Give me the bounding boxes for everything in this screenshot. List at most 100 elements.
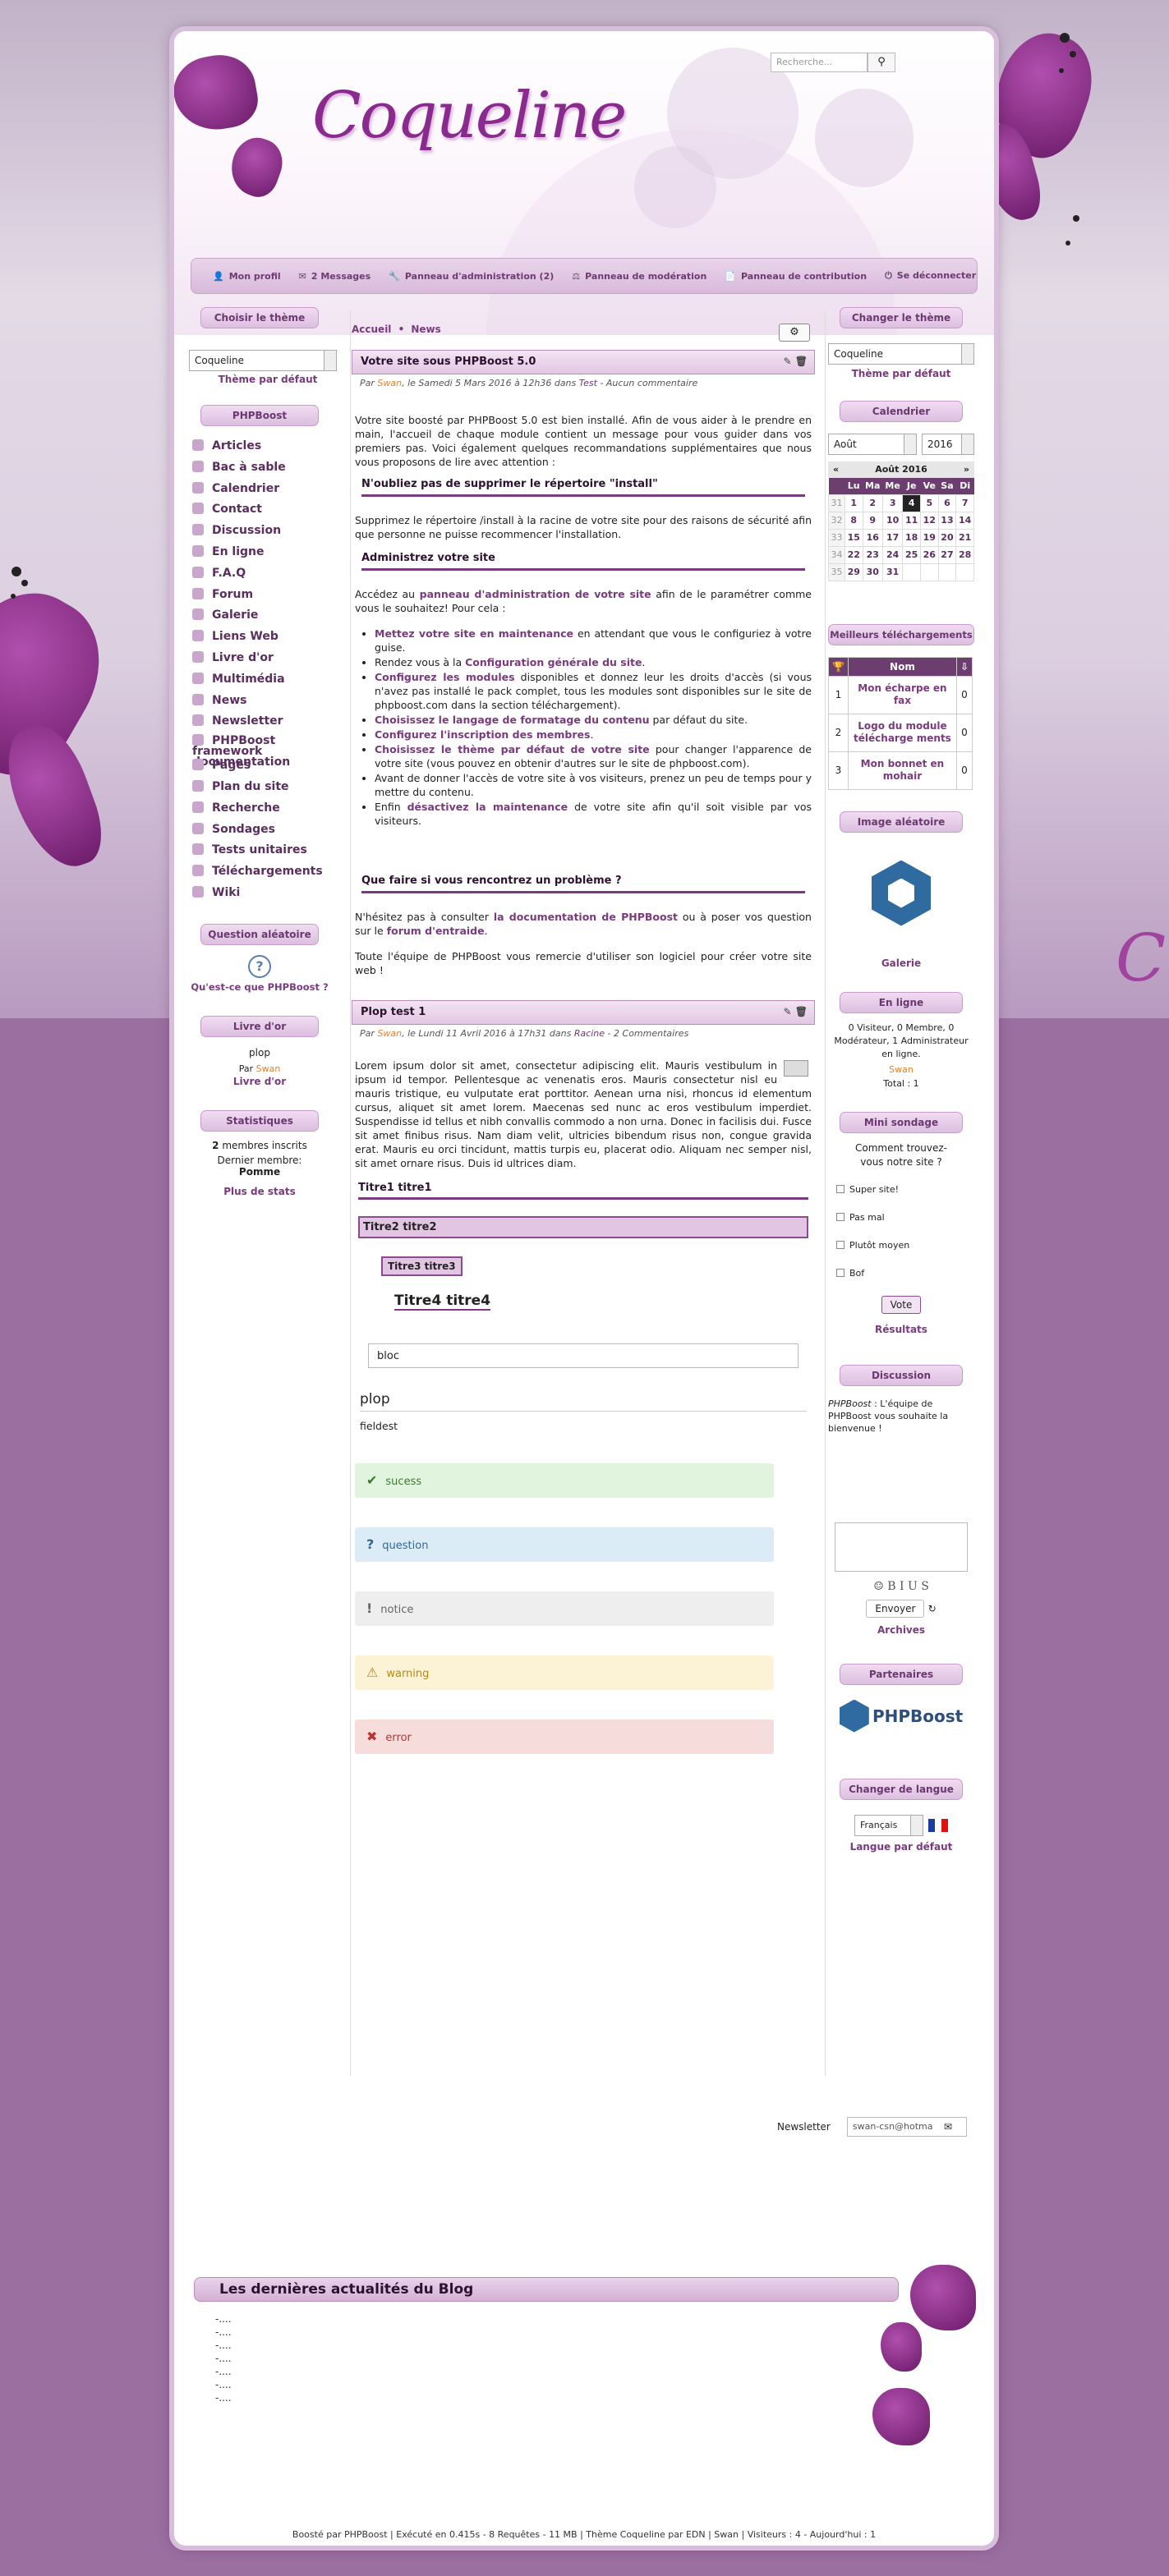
menu-item[interactable]: 👤 Mon profil: [213, 271, 281, 282]
poll-results-link[interactable]: Résultats: [828, 1324, 974, 1335]
list-link[interactable]: Configurez les modules: [375, 671, 515, 683]
calendar-day[interactable]: 17: [881, 528, 904, 547]
online-user[interactable]: Swan: [828, 1064, 974, 1075]
list-link[interactable]: Choisissez le thème par défaut de votre …: [375, 743, 650, 755]
random-image[interactable]: [867, 856, 936, 930]
download-link[interactable]: Mon bonnet en mohair: [847, 751, 957, 790]
blog-item[interactable]: -....: [215, 2339, 232, 2352]
vote-button[interactable]: Vote: [881, 1295, 922, 1314]
calendar-day[interactable]: 16: [862, 528, 883, 547]
guestbook-author[interactable]: Swan: [256, 1063, 281, 1074]
blog-item[interactable]: -....: [215, 2352, 232, 2365]
article-title-text[interactable]: Votre site sous PHPBoost 5.0: [361, 356, 536, 368]
search-icon[interactable]: ⚲: [868, 53, 895, 72]
blog-item[interactable]: -....: [215, 2326, 232, 2339]
delete-icon[interactable]: 🗑: [795, 356, 808, 367]
blog-item[interactable]: -....: [215, 2312, 232, 2326]
article-title-text[interactable]: Plop test 1: [361, 1006, 426, 1018]
calendar-day[interactable]: 6: [937, 494, 957, 512]
sidebar-item[interactable]: PHPBoost framework documentation: [189, 732, 330, 768]
archives-link[interactable]: Archives: [828, 1624, 974, 1636]
sidebar-item[interactable]: Discussion: [189, 521, 330, 542]
calendar-day[interactable]: 29: [844, 562, 863, 581]
calendar-day[interactable]: 7: [955, 494, 974, 512]
last-member-name[interactable]: Pomme: [189, 1166, 330, 1178]
list-link[interactable]: désactivez la maintenance: [407, 801, 568, 813]
poll-option[interactable]: Plutôt moyen: [828, 1232, 974, 1260]
calendar-day[interactable]: 27: [937, 545, 957, 564]
checkbox[interactable]: [836, 1184, 845, 1193]
calendar-day[interactable]: 8: [844, 511, 863, 530]
sidebar-item[interactable]: Bac à sable: [189, 457, 330, 479]
calendar-day[interactable]: 14: [955, 511, 974, 530]
blog-item[interactable]: -....: [215, 2391, 232, 2404]
article-author[interactable]: Swan: [377, 378, 402, 388]
sidebar-item[interactable]: Multimédia: [189, 669, 330, 691]
article-category[interactable]: Test: [579, 378, 597, 388]
calendar-next-button[interactable]: »: [964, 464, 969, 475]
theme-default-link[interactable]: Thème par défaut: [828, 368, 974, 379]
list-link[interactable]: Choisissez le langage de formatage du co…: [375, 714, 650, 726]
calendar-day[interactable]: 21: [955, 528, 974, 547]
calendar-prev-button[interactable]: «: [833, 464, 839, 475]
mail-icon[interactable]: ✉: [944, 2121, 952, 2133]
gear-icon[interactable]: ⚙: [779, 324, 810, 342]
theme-select[interactable]: Coqueline: [828, 343, 974, 365]
edit-icon[interactable]: ✎: [784, 356, 792, 367]
article-title[interactable]: Plop test 1 ✎ 🗑: [352, 1000, 815, 1025]
sidebar-item[interactable]: En ligne: [189, 542, 330, 563]
calendar-day[interactable]: 1: [844, 494, 863, 512]
partner-logo-text[interactable]: PHPBoost: [872, 1706, 963, 1726]
author-name[interactable]: PHPBoost: [828, 1398, 872, 1409]
sidebar-item[interactable]: Galerie: [189, 605, 330, 627]
download-link[interactable]: Mon écharpe en fax: [847, 675, 957, 714]
question-link[interactable]: Qu'est-ce que PHPBoost ?: [189, 981, 330, 993]
menu-item[interactable]: 🔧 Panneau d'administration (2): [389, 271, 554, 282]
sidebar-item[interactable]: Livre d'or: [189, 648, 330, 669]
documentation-link[interactable]: la documentation de PHPBoost: [494, 911, 678, 923]
article-title[interactable]: Votre site sous PHPBoost 5.0 ✎ 🗑: [352, 350, 815, 374]
checkbox[interactable]: [836, 1212, 845, 1221]
sidebar-item[interactable]: Sondages: [189, 820, 330, 841]
breadcrumb-home[interactable]: Accueil: [352, 324, 391, 335]
sidebar-item[interactable]: F.A.Q: [189, 563, 330, 585]
edit-icon[interactable]: ✎: [784, 1006, 792, 1017]
download-link[interactable]: Logo du module télécharge ments: [847, 713, 957, 752]
list-link[interactable]: Mettez votre site en maintenance: [375, 627, 573, 640]
more-stats-link[interactable]: Plus de stats: [189, 1186, 330, 1197]
checkbox[interactable]: [836, 1268, 845, 1277]
calendar-day[interactable]: 22: [844, 545, 863, 564]
calendar-day[interactable]: 19: [920, 528, 939, 547]
list-link[interactable]: Configuration générale du site: [465, 656, 642, 668]
sidebar-item[interactable]: Tests unitaires: [189, 840, 330, 861]
sidebar-item[interactable]: Liens Web: [189, 627, 330, 648]
delete-icon[interactable]: 🗑: [795, 1006, 808, 1017]
sidebar-item[interactable]: Wiki: [189, 883, 330, 904]
checkbox[interactable]: [836, 1240, 845, 1249]
admin-panel-link[interactable]: panneau d'administration de votre site: [420, 588, 651, 600]
theme-default-link[interactable]: Thème par défaut: [205, 374, 330, 385]
poll-option[interactable]: Super site!: [828, 1176, 974, 1204]
menu-item[interactable]: ✉ 2 Messages: [299, 271, 371, 282]
calendar-day[interactable]: 13: [937, 511, 957, 530]
search-input[interactable]: Recherche...: [771, 53, 868, 72]
calendar-day[interactable]: 26: [920, 545, 939, 564]
calendar-day[interactable]: 31: [881, 562, 904, 581]
sidebar-item[interactable]: Newsletter: [189, 711, 330, 732]
theme-select[interactable]: Coqueline: [189, 350, 337, 371]
year-select[interactable]: 2016: [922, 434, 974, 455]
format-toolbar[interactable]: ☺ B I U S: [828, 1580, 974, 1593]
sidebar-item[interactable]: Plan du site: [189, 777, 330, 798]
sidebar-item[interactable]: News: [189, 691, 330, 712]
calendar-day[interactable]: 10: [881, 511, 904, 530]
calendar-day[interactable]: 3: [881, 494, 904, 512]
menu-item[interactable]: ⏻ Se déconnecter: [885, 270, 976, 282]
sidebar-item[interactable]: Contact: [189, 499, 330, 521]
blog-item[interactable]: -....: [215, 2365, 232, 2378]
sidebar-item[interactable]: Calendrier: [189, 479, 330, 500]
site-logo[interactable]: Coqueline: [312, 79, 627, 153]
language-select[interactable]: Français: [854, 1814, 923, 1836]
article-author[interactable]: Swan: [377, 1028, 402, 1039]
list-link[interactable]: Configurez l'inscription des membres: [375, 728, 590, 741]
forum-link[interactable]: forum d'entraide: [387, 925, 485, 937]
